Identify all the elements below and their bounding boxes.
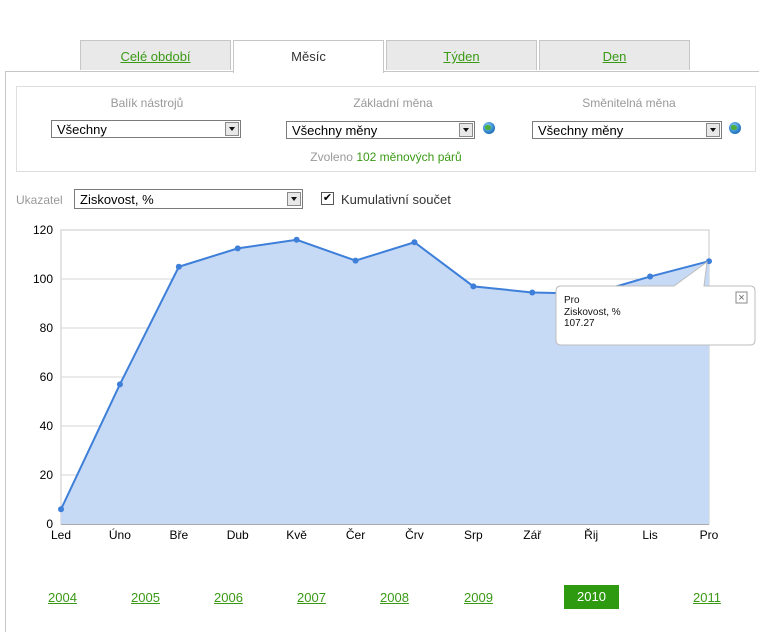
x-tick-label: Črv xyxy=(405,527,424,542)
profitability-chart: 020406080100120 Led Úno Bře Dub Kvě Čer Črv Srp… xyxy=(33,223,756,542)
data-point[interactable] xyxy=(352,257,359,264)
year-link-2004[interactable]: 2004 xyxy=(48,590,77,605)
data-point[interactable] xyxy=(411,239,418,246)
year-link-2006[interactable]: 2006 xyxy=(214,590,243,605)
x-tick-label: Řij xyxy=(584,527,598,542)
y-tick-label: 20 xyxy=(40,468,54,482)
x-tick-label: Bře xyxy=(169,528,188,542)
x-tick-label: Pro xyxy=(700,528,719,542)
year-link-2011[interactable]: 2011 xyxy=(693,590,721,605)
y-tick-label: 100 xyxy=(33,272,53,286)
data-point[interactable] xyxy=(470,283,477,290)
close-glyph: × xyxy=(738,292,744,304)
year-link-2009[interactable]: 2009 xyxy=(464,590,493,605)
tooltip-month: Pro xyxy=(564,295,580,306)
data-point[interactable] xyxy=(116,381,123,388)
tooltip-metric: Ziskovost, % xyxy=(564,307,621,318)
x-tick-label: Led xyxy=(51,528,71,542)
x-tick-label: Dub xyxy=(227,528,249,542)
y-tick-label: 60 xyxy=(40,370,54,384)
tooltip-value: 107.27 xyxy=(564,318,595,329)
year-link-2005[interactable]: 2005 xyxy=(131,590,160,605)
year-link-2008[interactable]: 2008 xyxy=(380,590,409,605)
data-point[interactable] xyxy=(647,273,654,280)
tab-month[interactable]: Měsíc xyxy=(233,40,384,73)
data-point[interactable] xyxy=(529,289,536,296)
year-selector: 2004 2005 2006 2007 2008 2009 2010 2011 xyxy=(0,585,759,610)
x-tick-label: Čer xyxy=(346,527,365,542)
x-tick-label: Úno xyxy=(109,527,131,542)
data-point[interactable] xyxy=(234,245,241,252)
data-point[interactable] xyxy=(175,263,182,270)
x-tick-label: Zář xyxy=(523,528,542,542)
data-point[interactable] xyxy=(293,236,300,243)
y-tick-label: 120 xyxy=(33,223,53,237)
x-tick-label: Srp xyxy=(464,528,483,542)
y-tick-label: 40 xyxy=(40,419,54,433)
data-point[interactable] xyxy=(58,506,64,513)
x-tick-label: Lis xyxy=(642,528,657,542)
year-link-2010[interactable]: 2010 xyxy=(564,585,619,609)
x-tick-label: Kvě xyxy=(286,528,307,542)
y-tick-label: 80 xyxy=(40,321,54,335)
year-link-2007[interactable]: 2007 xyxy=(297,590,326,605)
